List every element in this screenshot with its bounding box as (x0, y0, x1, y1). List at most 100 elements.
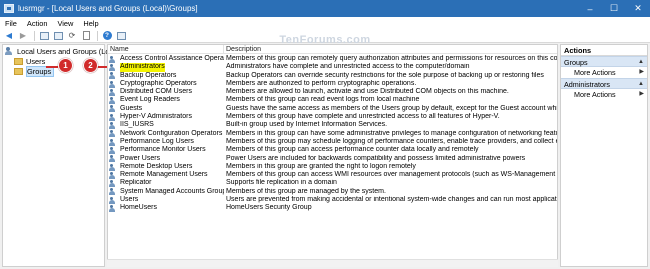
group-icon (109, 196, 117, 204)
more-actions-groups[interactable]: More Actions ▶ (561, 67, 647, 78)
group-name: IIS_IUSRS (120, 121, 154, 129)
group-name: Remote Desktop Users (120, 162, 193, 170)
group-name: Power Users (120, 154, 161, 162)
group-name: Performance Log Users (120, 137, 194, 145)
group-name: Backup Operators (120, 71, 177, 79)
menu-action[interactable]: Action (22, 19, 53, 28)
table-row[interactable]: Guests Guests have the same access as mem… (108, 104, 557, 113)
group-description: Members in this group are granted the ri… (226, 162, 416, 170)
column-header-name[interactable]: Name (108, 45, 224, 54)
tree-item-users[interactable]: Users (14, 56, 45, 66)
group-description: Members of this group can remotely query… (226, 55, 558, 62)
collapse-caret-icon[interactable]: ▲ (638, 79, 644, 88)
group-description: Members are allowed to launch, activate … (226, 88, 509, 96)
tree-root-label: Local Users and Groups (Local) (17, 46, 122, 56)
group-name: HomeUsers (120, 204, 157, 212)
users-groups-icon (5, 47, 14, 55)
table-row[interactable]: Power Users Power Users are included for … (108, 154, 557, 163)
group-icon (109, 204, 117, 212)
group-icon (109, 88, 117, 96)
groups-list: Name Description Access Control Assistan… (107, 44, 558, 267)
group-icon (109, 113, 117, 121)
group-description: Built-in group used by Internet Informat… (226, 121, 388, 129)
group-name: Remote Management Users (120, 171, 208, 179)
minimize-button[interactable]: – (578, 0, 602, 17)
collapse-caret-icon[interactable]: ▲ (638, 57, 644, 66)
table-row[interactable]: Performance Monitor Users Members of this… (108, 146, 557, 154)
table-row[interactable]: Remote Management Users Members of this g… (108, 171, 557, 179)
group-icon (109, 180, 117, 188)
tree-item-users-label: Users (26, 56, 46, 66)
menu-help[interactable]: Help (78, 19, 103, 28)
table-row[interactable]: Backup Operators Backup Operators can ove… (108, 71, 557, 80)
table-row[interactable]: Hyper-V Administrators Members of this gr… (108, 113, 557, 121)
table-row[interactable]: Network Configuration Operators Members i… (108, 129, 557, 138)
group-name: Users (120, 196, 139, 204)
close-button[interactable]: ✕ (626, 0, 650, 17)
group-description: Members of this group may schedule loggi… (226, 137, 557, 145)
table-row[interactable]: Event Log Readers Members of this group c… (108, 96, 557, 105)
group-description: Members of this group can read event log… (226, 96, 420, 104)
group-description: Users are prevented from making accident… (226, 196, 558, 204)
group-name: Replicator (120, 179, 152, 187)
more-actions-label: More Actions (574, 90, 616, 99)
group-name: Event Log Readers (120, 96, 180, 104)
table-row[interactable]: Distributed COM Users Members are allowed… (108, 88, 557, 96)
group-description: Backup Operators can override security r… (226, 71, 544, 79)
group-name: Distributed COM Users (120, 88, 192, 96)
horizontal-scrollbar[interactable] (107, 259, 558, 267)
app-icon (4, 4, 14, 13)
list-rows: Access Control Assistance OperatorsMembe… (108, 55, 558, 213)
group-icon (109, 105, 117, 113)
table-row[interactable]: Administrators Administrators have comple… (108, 63, 557, 72)
group-icon (109, 80, 117, 88)
table-row[interactable]: System Managed Accounts Group Members of … (108, 187, 557, 196)
group-icon (109, 130, 117, 138)
group-icon (109, 72, 117, 80)
table-row[interactable]: Cryptographic Operators Members are autho… (108, 79, 557, 88)
actions-title: Actions (561, 45, 647, 56)
group-description: Power Users are included for backwards c… (226, 154, 526, 162)
group-description: HomeUsers Security Group (226, 204, 312, 212)
group-icon (109, 122, 117, 130)
actions-pane: Actions Groups ▲ More Actions ▶ Administ… (560, 44, 648, 267)
table-row[interactable]: IIS_IUSRS Built-in group used by Internet… (108, 121, 557, 130)
table-row[interactable]: Users Users are prevented from making acc… (108, 196, 558, 204)
group-description: Members are authorized to perform crypto… (226, 79, 417, 87)
folder-icon (14, 57, 23, 65)
menu-view[interactable]: View (52, 19, 78, 28)
group-icon (109, 155, 117, 163)
group-name: Administrators (120, 63, 165, 72)
tree-root[interactable]: Local Users and Groups (Local) (5, 46, 121, 56)
folder-icon (14, 67, 23, 75)
group-description: Administrators have complete and unrestr… (226, 63, 470, 71)
group-icon (109, 171, 117, 179)
table-row[interactable]: Remote Desktop Users Members in this grou… (108, 162, 557, 171)
group-icon (109, 55, 117, 63)
group-name: Guests (120, 104, 143, 112)
group-description: Members of this group can access WMI res… (226, 171, 557, 179)
maximize-button[interactable]: ☐ (602, 0, 626, 17)
group-name: Network Configuration Operators (120, 129, 223, 137)
menu-bar: File Action View Help (0, 17, 650, 29)
table-row[interactable]: Performance Log Users Members of this gro… (108, 137, 557, 146)
group-icon (109, 188, 117, 196)
menu-file[interactable]: File (0, 19, 22, 28)
more-actions-administrators[interactable]: More Actions ▶ (561, 89, 647, 100)
table-row[interactable]: HomeUsers HomeUsers Security Group (108, 204, 557, 212)
actions-section-groups[interactable]: Groups ▲ (561, 56, 647, 67)
actions-section-label: Groups (564, 58, 588, 67)
group-description: Members of this group can access perform… (226, 146, 479, 154)
column-header-description[interactable]: Description (224, 45, 557, 54)
window-controls: – ☐ ✕ (578, 0, 650, 17)
group-description: Supports file replication in a domain (226, 179, 337, 187)
submenu-arrow-icon: ▶ (639, 91, 644, 97)
window-title: lusrmgr - [Local Users and Groups (Local… (18, 4, 198, 13)
group-description: Members of this group are managed by the… (226, 187, 386, 195)
actions-section-administrators[interactable]: Administrators ▲ (561, 78, 647, 89)
group-icon (109, 146, 117, 154)
table-row[interactable]: Replicator Supports file replication in a… (108, 179, 557, 188)
table-row[interactable]: Access Control Assistance OperatorsMembe… (108, 55, 558, 63)
group-name: Cryptographic Operators (120, 79, 197, 87)
more-actions-label: More Actions (574, 68, 616, 77)
